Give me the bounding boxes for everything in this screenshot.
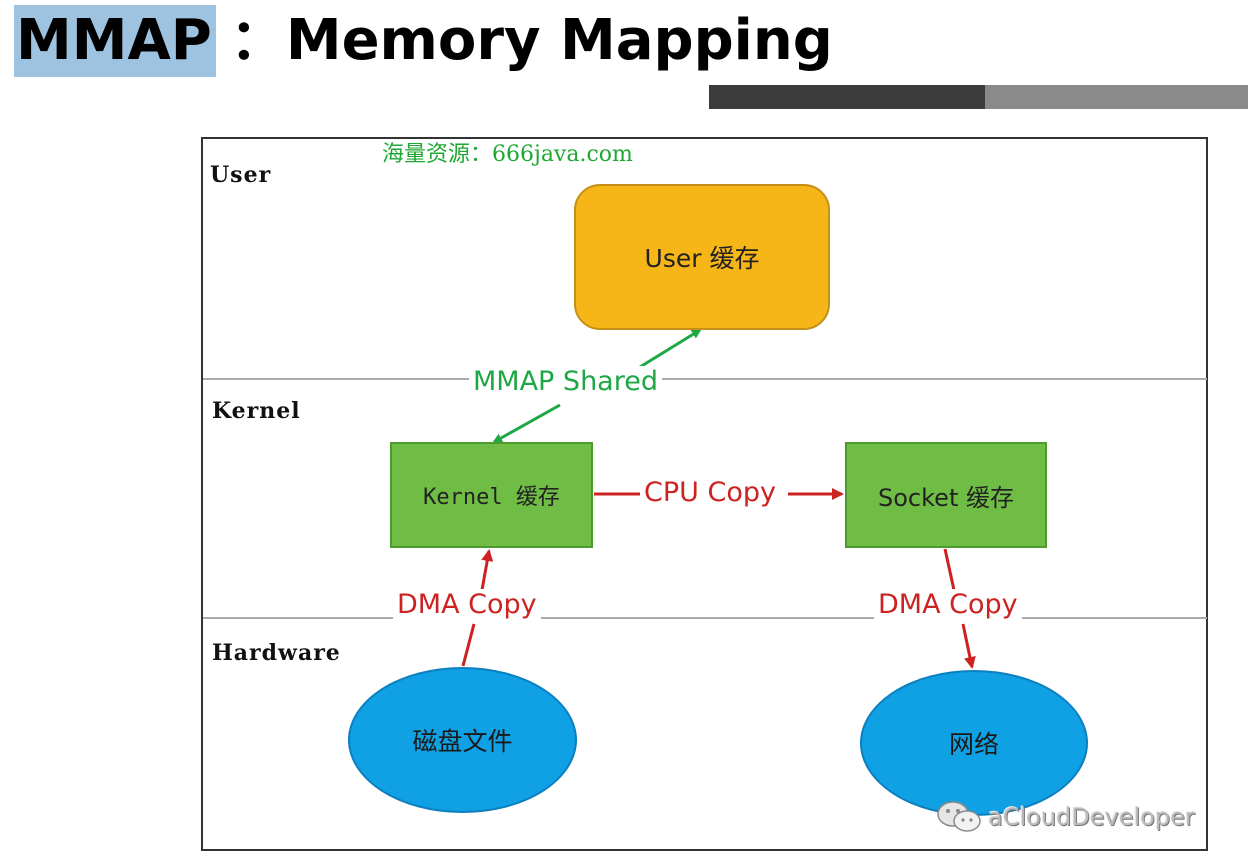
watermark-text: 海量资源：666java.com <box>382 142 633 167</box>
title-highlight: MMAP <box>14 5 216 77</box>
title-text: ：Memory Mapping <box>229 8 833 73</box>
network-ellipse: 网络 <box>860 670 1088 816</box>
user-kernel-divider <box>203 378 1207 380</box>
title-bar-dark <box>709 85 985 109</box>
title-bar-light <box>985 85 1248 109</box>
mmap-shared-label: MMAP Shared <box>469 366 662 397</box>
disk-file-ellipse: 磁盘文件 <box>348 667 577 813</box>
zone-label-user: User <box>210 162 272 188</box>
brand-text: aCloudDeveloper <box>988 803 1195 831</box>
cpu-copy-label: CPU Copy <box>640 477 780 508</box>
brand-mark: aCloudDeveloper <box>936 800 1195 834</box>
dma-copy-right-label: DMA Copy <box>874 589 1022 620</box>
zone-label-hardware: Hardware <box>212 640 341 666</box>
dma-copy-left-label: DMA Copy <box>393 589 541 620</box>
zone-label-kernel: Kernel <box>212 398 301 424</box>
slide-title: MMAP ：Memory Mapping <box>14 4 833 78</box>
kernel-cache-box: Kernel 缓存 <box>390 442 593 548</box>
user-cache-box: User 缓存 <box>574 184 830 330</box>
kernel-hardware-divider <box>203 617 1207 619</box>
wechat-icon <box>937 801 981 832</box>
socket-cache-box: Socket 缓存 <box>845 442 1047 548</box>
